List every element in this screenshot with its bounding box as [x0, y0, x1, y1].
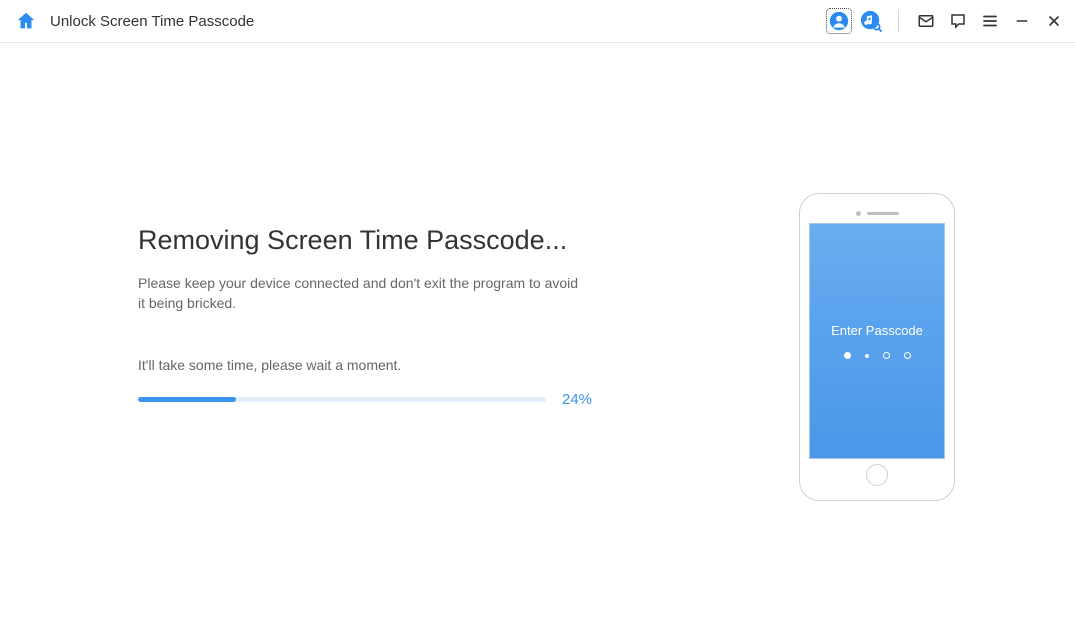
- music-scan-icon[interactable]: [860, 10, 882, 32]
- passcode-dot-icon: [844, 352, 851, 359]
- passcode-dot-icon: [904, 352, 911, 359]
- home-icon[interactable]: [14, 9, 38, 33]
- header-left: Unlock Screen Time Passcode: [14, 9, 254, 33]
- app-title: Unlock Screen Time Passcode: [50, 13, 254, 30]
- minimize-icon[interactable]: [1011, 10, 1033, 32]
- title-bar: Unlock Screen Time Passcode: [0, 0, 1075, 43]
- phone-camera-icon: [856, 211, 861, 216]
- status-panel: Removing Screen Time Passcode... Please …: [138, 43, 608, 408]
- progress-percent: 24%: [562, 391, 592, 408]
- phone-speaker-icon: [867, 212, 899, 215]
- device-preview: Enter Passcode: [799, 43, 955, 501]
- phone-screen: Enter Passcode: [809, 223, 945, 459]
- separator: [898, 10, 899, 32]
- passcode-dot-icon: [865, 354, 869, 358]
- progress-fill: [138, 397, 236, 402]
- close-icon[interactable]: [1043, 10, 1065, 32]
- passcode-dot-icon: [883, 352, 890, 359]
- header-right: [828, 10, 1065, 32]
- wait-text: It'll take some time, please wait a mome…: [138, 357, 608, 373]
- passcode-dots: [844, 352, 911, 359]
- menu-icon[interactable]: [979, 10, 1001, 32]
- home-button-icon: [866, 464, 888, 486]
- main-content: Removing Screen Time Passcode... Please …: [0, 43, 1075, 633]
- account-icon[interactable]: [828, 10, 850, 32]
- phone-screen-label: Enter Passcode: [831, 323, 923, 338]
- page-heading: Removing Screen Time Passcode...: [138, 225, 608, 256]
- feedback-icon[interactable]: [947, 10, 969, 32]
- phone-home-area: [809, 459, 945, 491]
- warning-text: Please keep your device connected and do…: [138, 274, 588, 313]
- phone-mock: Enter Passcode: [799, 193, 955, 501]
- progress-row: 24%: [138, 391, 608, 408]
- progress-bar: [138, 397, 546, 402]
- mail-icon[interactable]: [915, 10, 937, 32]
- phone-top: [809, 203, 945, 223]
